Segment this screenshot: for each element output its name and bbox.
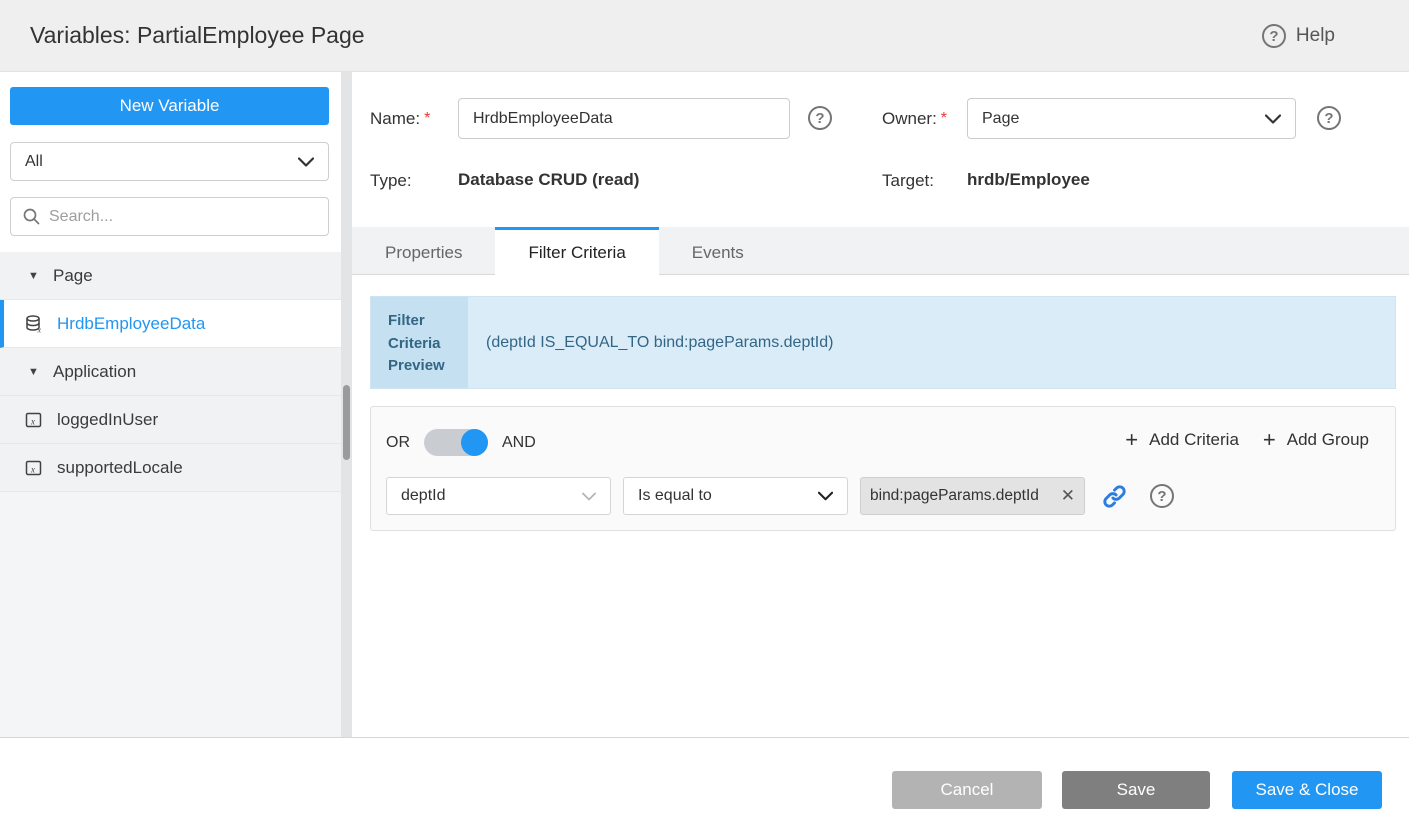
save-button[interactable]: Save <box>1062 771 1210 809</box>
variable-search[interactable] <box>10 197 329 236</box>
variable-detail-panel: Name: * ? Owner: * Page ? Type: Database… <box>352 72 1409 737</box>
collapse-triangle-icon[interactable]: ▼ <box>28 270 40 282</box>
and-label: AND <box>502 434 536 452</box>
name-help-icon[interactable]: ? <box>808 106 832 130</box>
add-criteria-label: Add Criteria <box>1149 430 1239 450</box>
sidebar-item-hrdbemployeedata[interactable]: x HrdbEmployeeData <box>0 300 341 348</box>
criteria-row: deptId Is equal to bind:pageParams.deptI… <box>386 477 1174 515</box>
plus-icon: + <box>1125 429 1138 451</box>
and-or-toggle[interactable] <box>424 429 488 456</box>
operator-selected-value: Is equal to <box>638 487 818 505</box>
operator-select[interactable]: Is equal to <box>623 477 848 515</box>
tab-bar: Properties Filter Criteria Events <box>352 227 1409 275</box>
sidebar-group-page[interactable]: ▼ Page <box>0 252 341 300</box>
help-label: Help <box>1296 25 1335 47</box>
preview-label: Filter Criteria Preview <box>371 297 468 388</box>
add-criteria-button[interactable]: + Add Criteria <box>1125 429 1239 451</box>
database-variable-icon: x <box>24 314 44 334</box>
variable-label: supportedLocale <box>57 458 183 478</box>
required-marker: * <box>424 110 430 128</box>
dialog-header: Variables: PartialEmployee Page ? Help <box>0 0 1409 72</box>
target-label: Target: <box>882 171 934 191</box>
bound-value-text: bind:pageParams.deptId <box>870 487 1059 505</box>
owner-select[interactable]: Page <box>967 98 1296 139</box>
bind-link-icon[interactable] <box>1101 483 1128 510</box>
variable-label: loggedInUser <box>57 410 158 430</box>
chevron-down-icon <box>582 492 596 501</box>
type-label: Type: <box>370 171 412 191</box>
variables-sidebar: New Variable All ▼ Page x HrdbEmployeeDa… <box>0 72 341 737</box>
name-label: Name: <box>370 109 420 129</box>
group-label: Application <box>53 362 136 382</box>
sidebar-empty-area <box>0 492 341 737</box>
sidebar-group-application[interactable]: ▼ Application <box>0 348 341 396</box>
variable-label: HrdbEmployeeData <box>57 314 205 334</box>
search-input[interactable] <box>49 208 316 226</box>
help-button[interactable]: ? Help <box>1262 0 1335 72</box>
preview-expression: (deptId IS_EQUAL_TO bind:pageParams.dept… <box>468 297 1395 388</box>
criteria-help-icon[interactable]: ? <box>1150 484 1174 508</box>
cancel-button[interactable]: Cancel <box>892 771 1042 809</box>
or-label: OR <box>386 434 410 452</box>
group-label: Page <box>53 266 93 286</box>
chevron-down-icon <box>1265 114 1281 124</box>
owner-help-icon[interactable]: ? <box>1317 106 1341 130</box>
field-select[interactable]: deptId <box>386 477 611 515</box>
sidebar-scrollbar-track <box>341 72 352 737</box>
search-icon <box>23 208 40 225</box>
filter-criteria-preview: Filter Criteria Preview (deptId IS_EQUAL… <box>370 296 1396 389</box>
clear-binding-icon[interactable]: ✕ <box>1059 486 1075 506</box>
target-value: hrdb/Employee <box>967 170 1090 190</box>
save-and-close-button[interactable]: Save & Close <box>1232 771 1382 809</box>
collapse-triangle-icon[interactable]: ▼ <box>28 366 40 378</box>
variable-type-filter-select[interactable]: All <box>10 142 329 181</box>
add-group-button[interactable]: + Add Group <box>1263 429 1369 451</box>
tab-events[interactable]: Events <box>659 227 777 275</box>
page-title: Variables: PartialEmployee Page <box>30 22 365 49</box>
sidebar-item-supportedlocale[interactable]: x supportedLocale <box>0 444 341 492</box>
tab-properties[interactable]: Properties <box>352 227 495 275</box>
static-variable-icon: x <box>24 458 44 478</box>
criteria-actions: + Add Criteria + Add Group <box>1125 429 1369 451</box>
sidebar-scrollbar-thumb[interactable] <box>343 385 350 460</box>
svg-text:x: x <box>37 325 42 334</box>
tab-filter-criteria[interactable]: Filter Criteria <box>495 227 658 275</box>
sidebar-item-loggedinuser[interactable]: x loggedInUser <box>0 396 341 444</box>
criteria-group: OR AND + Add Criteria + Add Group dept <box>370 406 1396 531</box>
filter-selected-value: All <box>25 153 298 171</box>
bound-value-chip[interactable]: bind:pageParams.deptId ✕ <box>860 477 1085 515</box>
add-group-label: Add Group <box>1287 430 1369 450</box>
required-marker: * <box>941 110 947 128</box>
logic-toggle-row: OR AND <box>386 429 536 456</box>
type-value: Database CRUD (read) <box>458 170 639 190</box>
new-variable-button[interactable]: New Variable <box>10 87 329 125</box>
variable-list: ▼ Page x HrdbEmployeeData ▼ Application … <box>0 252 341 492</box>
name-input[interactable] <box>458 98 790 139</box>
toggle-knob <box>461 429 488 456</box>
chevron-down-icon <box>818 491 833 501</box>
help-circle-icon: ? <box>1262 24 1286 48</box>
owner-label: Owner: <box>882 109 937 129</box>
variables-dialog: Variables: PartialEmployee Page ? Help N… <box>0 0 1409 838</box>
svg-text:x: x <box>30 464 35 474</box>
static-variable-icon: x <box>24 410 44 430</box>
chevron-down-icon <box>298 157 314 167</box>
svg-text:x: x <box>30 416 35 426</box>
owner-selected-value: Page <box>982 110 1265 128</box>
field-selected-value: deptId <box>401 487 582 505</box>
dialog-footer: Cancel Save Save & Close <box>0 738 1409 838</box>
plus-icon: + <box>1263 429 1276 451</box>
